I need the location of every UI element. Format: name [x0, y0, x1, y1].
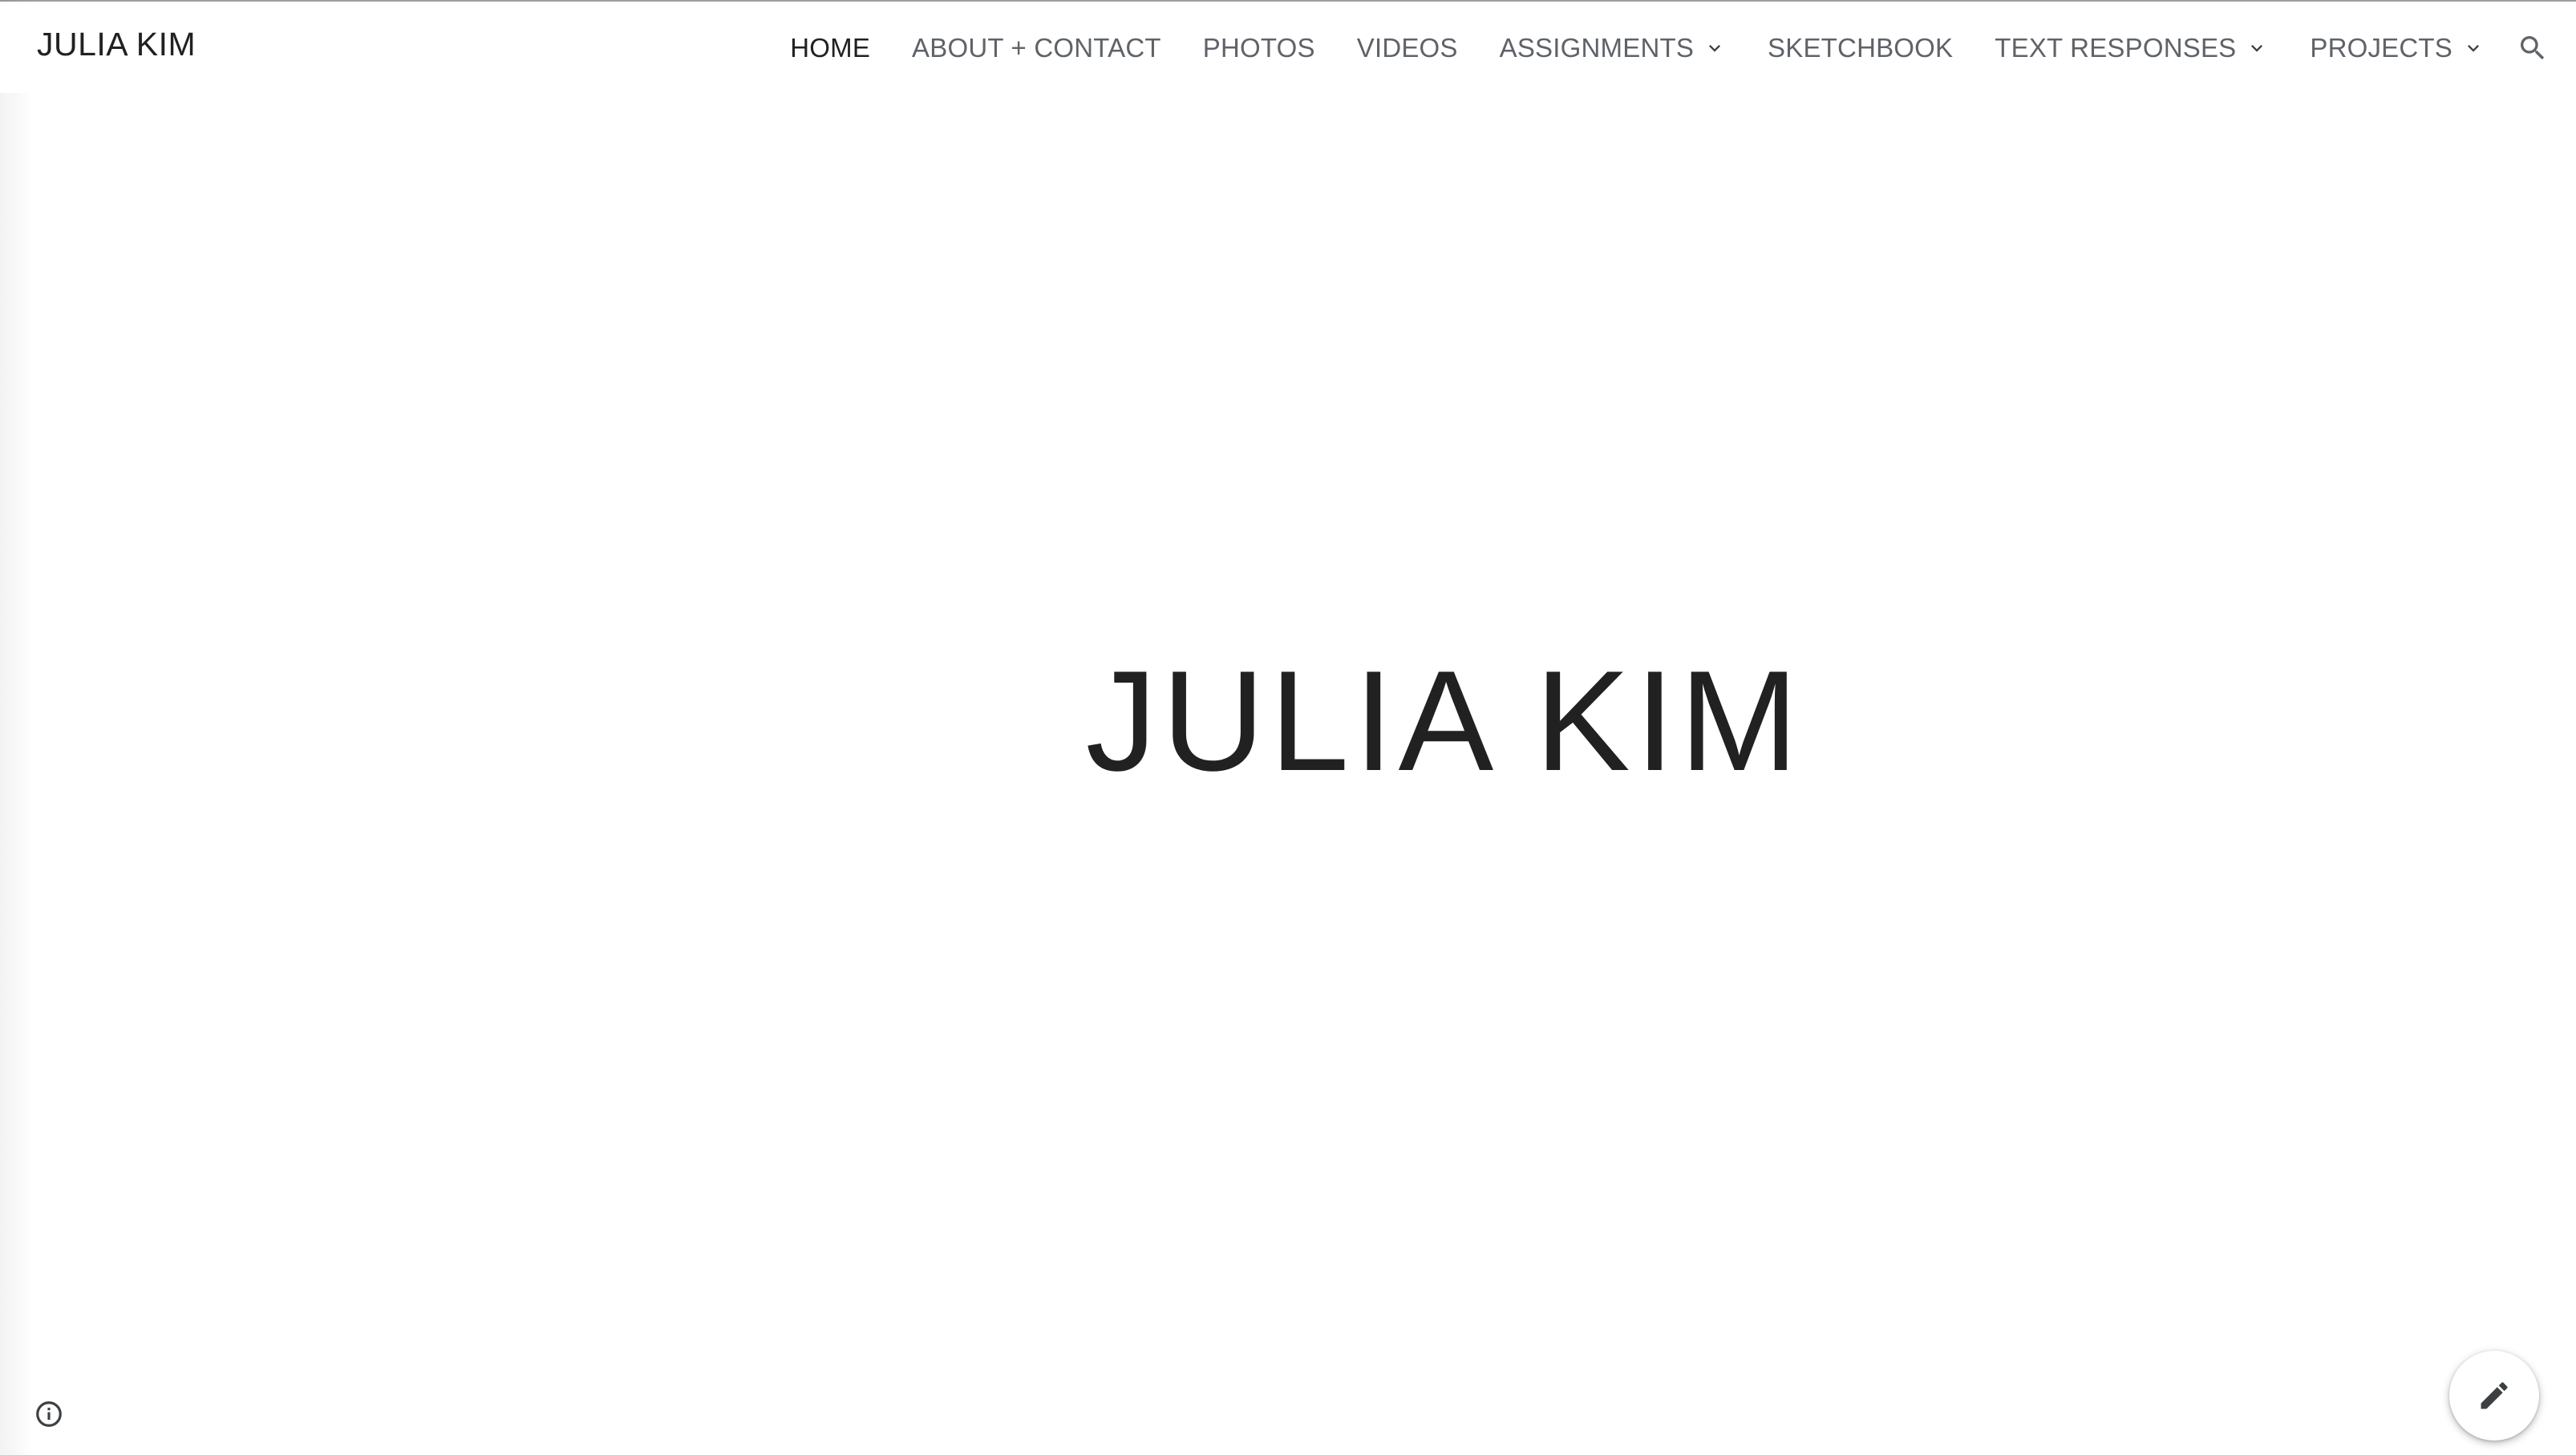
nav-item-sketchbook[interactable]: SKETCHBOOK	[1768, 33, 1953, 63]
edit-button[interactable]	[2449, 1351, 2539, 1441]
nav-item-label: ASSIGNMENTS	[1499, 33, 1695, 63]
chevron-down-icon[interactable]	[2462, 37, 2485, 59]
nav-item-label: TEXT RESPONSES	[1995, 33, 2237, 63]
nav-item-label: ABOUT + CONTACT	[912, 33, 1161, 63]
nav-item-text-responses[interactable]: TEXT RESPONSES	[1995, 33, 2268, 63]
nav-item-home[interactable]: HOME	[790, 33, 870, 63]
site-info-button[interactable]	[30, 1396, 67, 1433]
nav-item-label: HOME	[790, 33, 871, 63]
main-navigation: HOME ABOUT + CONTACT PHOTOS VIDEOS ASSIG…	[790, 27, 2485, 69]
pencil-icon	[2481, 1382, 2508, 1409]
site-title-link[interactable]: JULIA KIM	[37, 26, 196, 63]
info-icon	[36, 1401, 62, 1427]
nav-item-photos[interactable]: PHOTOS	[1203, 33, 1315, 63]
nav-item-label: SKETCHBOOK	[1768, 33, 1954, 63]
nav-item-label: PROJECTS	[2310, 33, 2452, 63]
nav-item-assignments[interactable]: ASSIGNMENTS	[1500, 33, 1726, 63]
chevron-down-icon[interactable]	[1703, 37, 1726, 59]
search-button[interactable]	[2510, 26, 2555, 71]
search-icon	[2521, 36, 2545, 60]
nav-item-label: PHOTOS	[1202, 33, 1315, 63]
nav-item-about-contact[interactable]: ABOUT + CONTACT	[912, 33, 1161, 63]
site-header: JULIA KIM HOME ABOUT + CONTACT PHOTOS VI…	[0, 2, 2576, 93]
chevron-down-icon[interactable]	[2246, 37, 2268, 59]
nav-item-videos[interactable]: VIDEOS	[1357, 33, 1458, 63]
hero-title: JULIA KIM	[1085, 641, 1804, 800]
nav-item-label: VIDEOS	[1356, 33, 1458, 63]
nav-item-projects[interactable]: PROJECTS	[2310, 33, 2485, 63]
